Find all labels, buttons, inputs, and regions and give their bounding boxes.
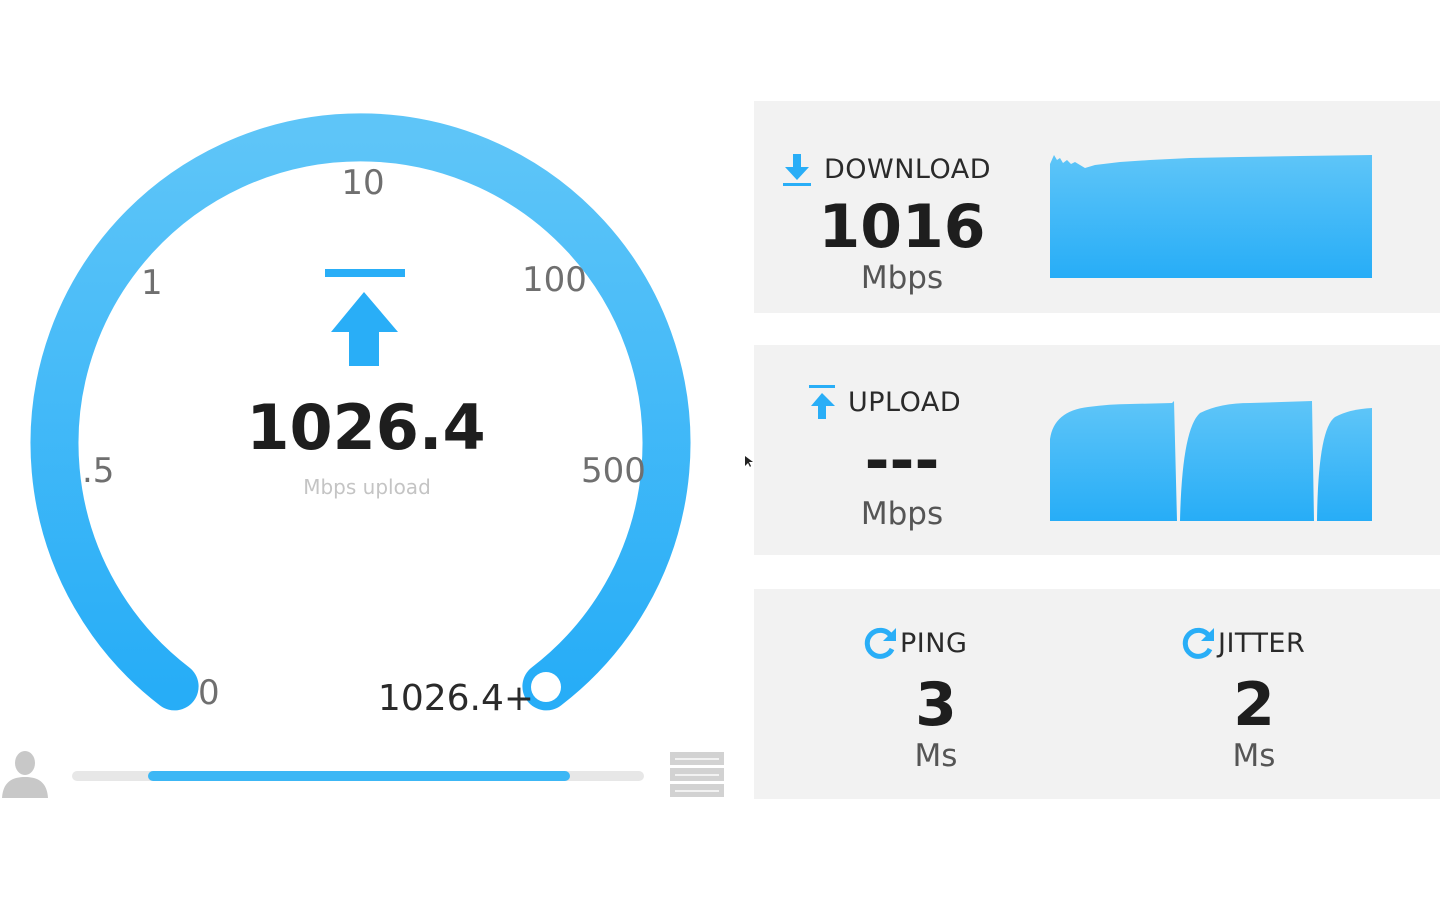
refresh-icon [1182,627,1214,659]
download-speed-graph [1050,155,1372,278]
gauge-tick-100: 100 [522,260,587,300]
speed-gauge: 0 .5 1 10 100 500 1026.4 Mbps upload 102… [30,113,691,719]
upload-label: UPLOAD [848,386,962,418]
jitter-unit: Ms [1232,738,1276,774]
jitter-label: JITTER [1218,627,1306,659]
upload-value: --- [864,426,940,496]
download-label: DOWNLOAD [824,153,992,185]
download-value: 1016 [818,192,986,262]
gauge-tick-half: .5 [82,451,114,491]
latency-panel: PING 3 Ms JITTER 2 Ms [754,589,1440,799]
upload-arrow-icon [325,269,405,366]
progress-fill [148,771,570,781]
upload-panel: UPLOAD --- Mbps [754,345,1440,555]
download-unit: Mbps [860,260,944,296]
gauge-needle-knob [531,672,561,702]
gauge-max-label: 1026.4+ [378,678,534,719]
ping-label: PING [900,627,968,659]
mouse-cursor-icon [745,456,753,467]
jitter-value: 2 [1233,670,1275,740]
upload-speed-graph [1050,401,1372,521]
server-icon [670,752,724,797]
gauge-tick-10: 10 [341,163,384,203]
ping-unit: Ms [914,738,958,774]
refresh-icon [864,627,896,659]
download-arrow-icon [783,154,811,186]
gauge-unit: Mbps upload [303,475,431,499]
upload-unit: Mbps [860,496,944,532]
gauge-tick-1: 1 [141,263,163,303]
gauge-value: 1026.4 [246,391,485,464]
upload-arrow-icon [809,385,835,419]
gauge-tick-0: 0 [198,673,220,713]
gauge-tick-500: 500 [581,451,646,491]
user-icon [2,751,48,798]
download-panel: DOWNLOAD 1016 Mbps [754,101,1440,313]
ping-value: 3 [915,670,957,740]
